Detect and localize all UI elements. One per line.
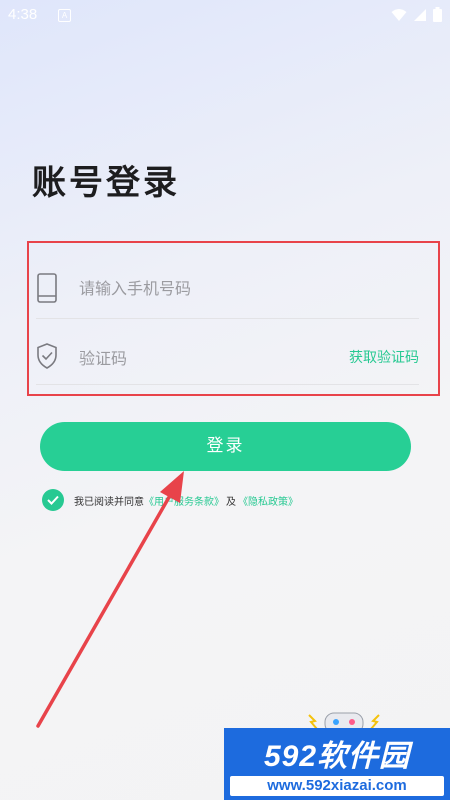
code-input[interactable]: 验证码 bbox=[79, 345, 127, 369]
login-button[interactable]: 登录 bbox=[40, 422, 411, 471]
privacy-link[interactable]: 《隐私政策》 bbox=[238, 493, 298, 508]
annotation-arrow bbox=[36, 471, 184, 728]
get-code-button[interactable]: 获取验证码 bbox=[349, 347, 419, 367]
battery-icon bbox=[433, 7, 442, 22]
notification-icon: A bbox=[58, 9, 71, 22]
status-time: 4:38 bbox=[8, 6, 38, 23]
wifi-icon bbox=[391, 8, 407, 21]
watermark-url: www.592xiazai.com bbox=[230, 776, 444, 796]
agreement-prefix: 我已阅读并同意 bbox=[74, 496, 144, 508]
code-field-underline bbox=[36, 384, 419, 385]
terms-link[interactable]: 《用户服务条款》 bbox=[144, 493, 224, 508]
status-bar: 4:38 A bbox=[0, 0, 450, 32]
check-icon bbox=[47, 495, 59, 505]
watermark-title: 592软件园 bbox=[263, 740, 411, 773]
phone-field[interactable]: 请输入手机号码 bbox=[36, 249, 419, 319]
agreement-row: 我已阅读并同意 《用户服务条款》 及 《隐私政策》 bbox=[42, 489, 298, 511]
shield-check-icon bbox=[37, 343, 57, 369]
phone-input[interactable]: 请输入手机号码 bbox=[79, 275, 191, 299]
agreement-and: 及 bbox=[226, 496, 236, 508]
signal-icon bbox=[414, 8, 426, 21]
agreement-checkbox[interactable] bbox=[42, 489, 64, 511]
page-title: 账号登录 bbox=[32, 163, 180, 203]
phone-icon bbox=[37, 273, 57, 303]
verification-code-field[interactable]: 验证码 获取验证码 bbox=[36, 315, 419, 385]
watermark-logo: 592软件园 www.592xiazai.com bbox=[224, 728, 450, 800]
status-icons bbox=[391, 7, 442, 22]
